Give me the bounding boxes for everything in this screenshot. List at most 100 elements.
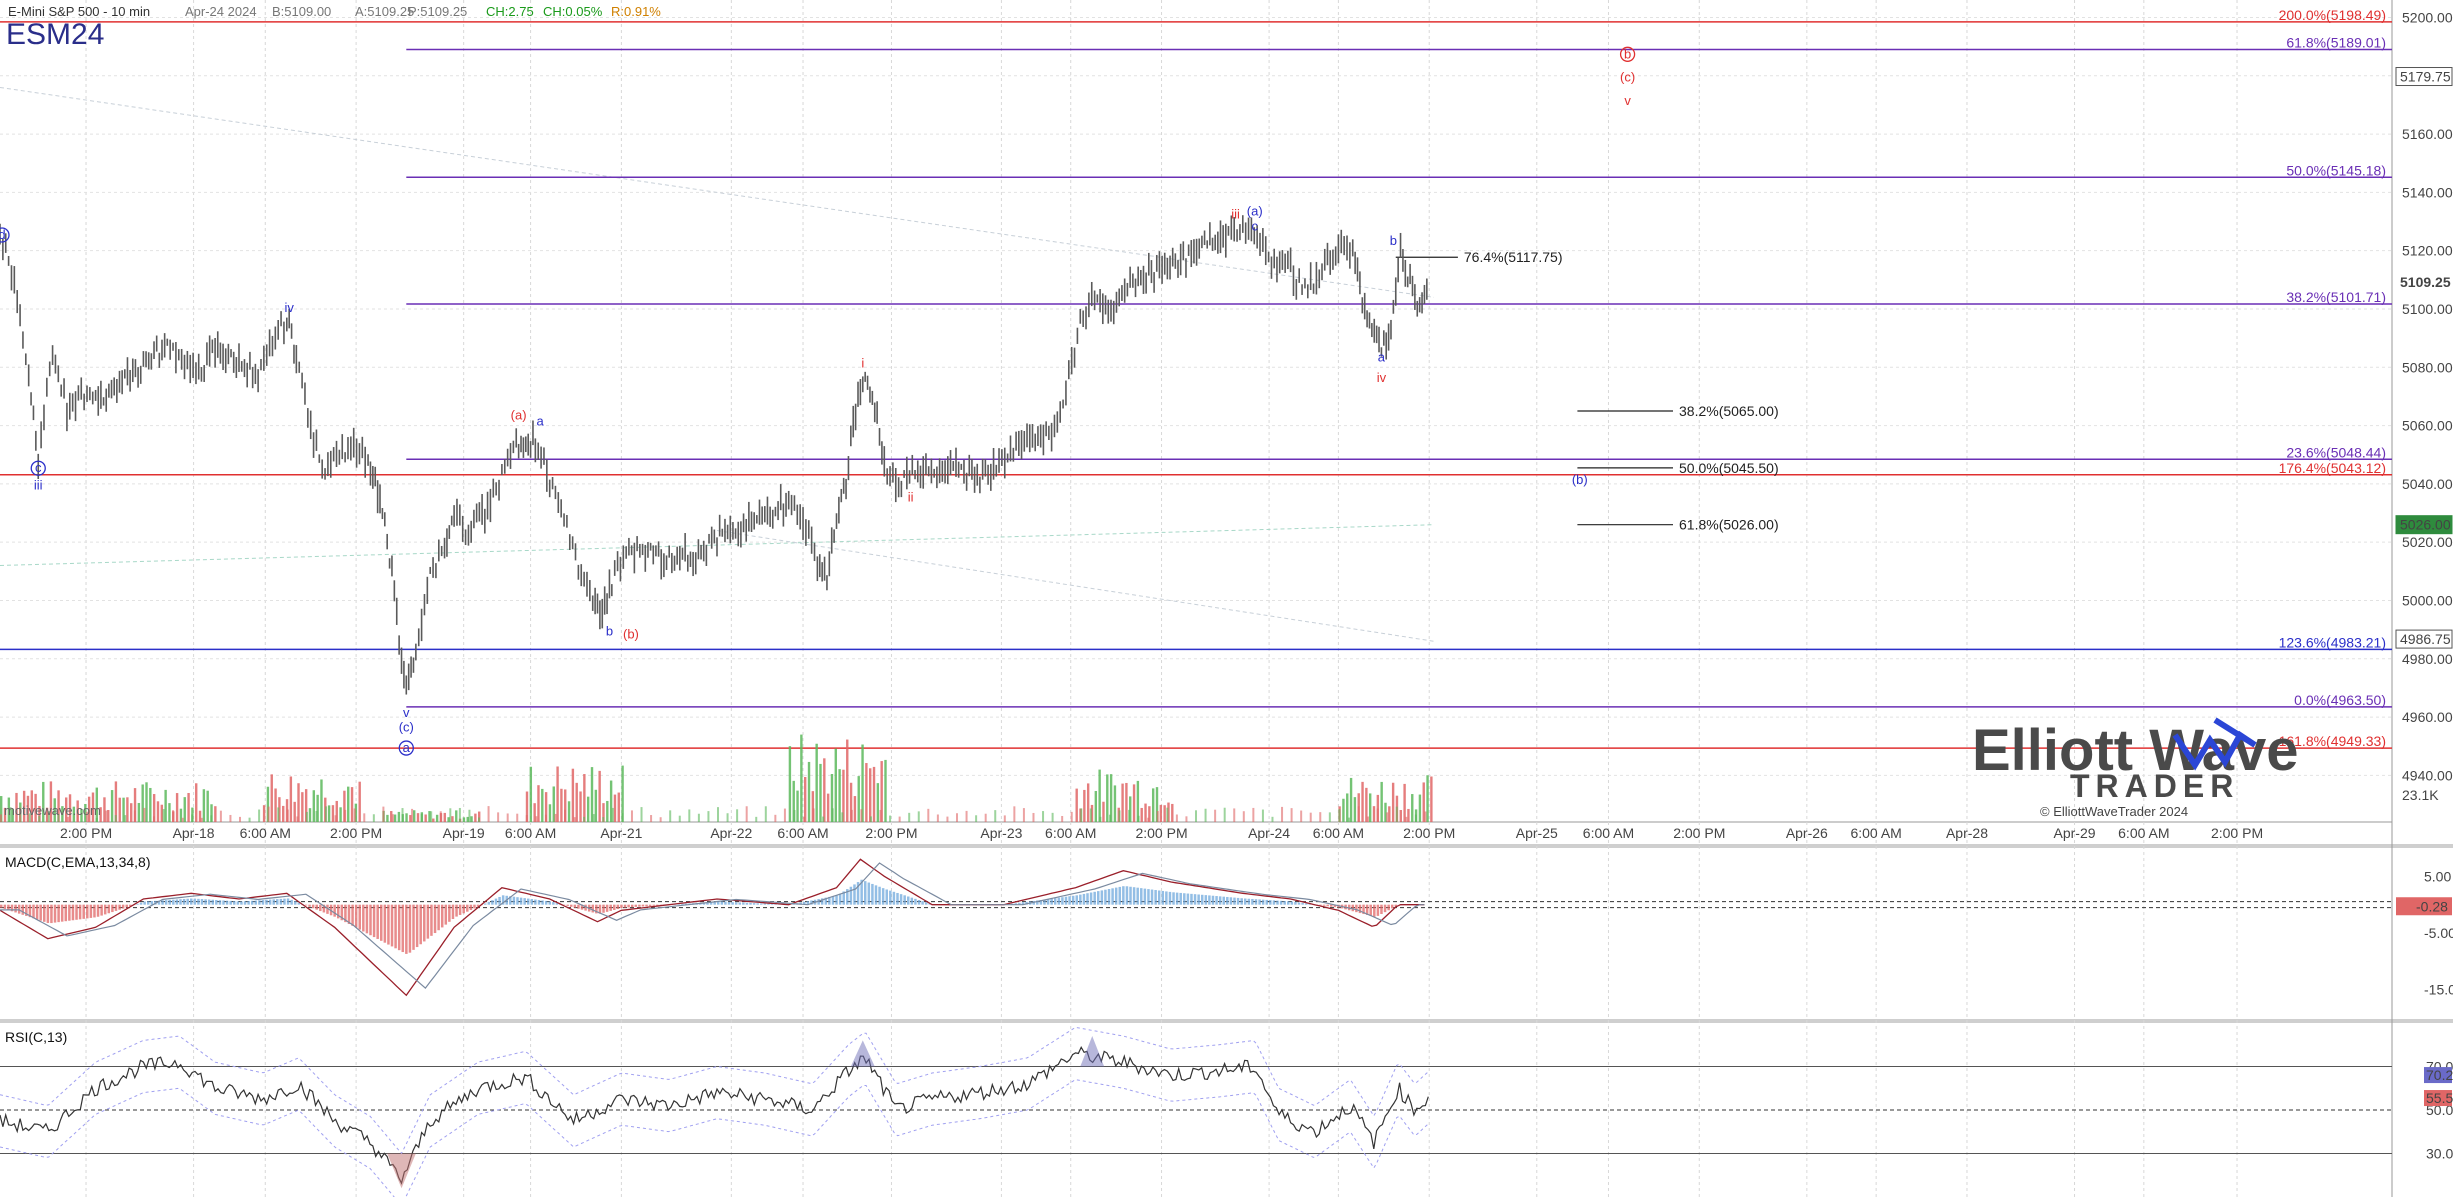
macd-histogram-bar [359, 905, 362, 930]
volume-bar [1098, 770, 1100, 822]
time-tick-label: 2:00 PM [1403, 825, 1455, 841]
volume-bar [1185, 816, 1187, 822]
volume-bar [1358, 806, 1360, 822]
volume-bar [182, 818, 184, 822]
volume-bar [149, 788, 151, 822]
price-tick-label: 5200.00 [2402, 9, 2453, 25]
volume-bar [1271, 817, 1273, 822]
macd-tick-label: -15.00 [2424, 982, 2453, 998]
volume-bar [206, 791, 208, 822]
volume-bar [258, 810, 260, 822]
macd-histogram-bar [1355, 905, 1358, 912]
volume-bar [854, 796, 856, 822]
macd-histogram-bar [538, 900, 541, 905]
volume-bar [545, 815, 547, 822]
macd-histogram-bar [574, 905, 577, 908]
volume-bar [1133, 784, 1135, 822]
macd-histogram-bar [455, 905, 458, 917]
macd-histogram-bar [871, 884, 874, 905]
volume-bar [325, 806, 327, 822]
macd-histogram-bar [1097, 891, 1100, 905]
macd-histogram-bar [746, 903, 749, 905]
macd-histogram-bar [552, 902, 555, 904]
macd-histogram-bar [269, 900, 272, 905]
volume-bar [1171, 804, 1173, 822]
header-range: R:0.91% [611, 4, 661, 19]
volume-bar [301, 792, 303, 822]
macd-histogram-bar [1187, 894, 1190, 905]
macd-histogram-bar [1283, 901, 1286, 905]
macd-histogram-bar [1298, 902, 1301, 904]
volume-bar [203, 789, 205, 822]
macd-histogram-bar [1072, 896, 1075, 905]
macd-histogram-bar [1319, 905, 1322, 906]
macd-histogram-bar [1262, 900, 1265, 905]
macd-histogram-bar [495, 899, 498, 905]
volume-bar [1369, 793, 1371, 822]
time-tick-label: Apr-25 [1516, 825, 1558, 841]
time-tick-label: 6:00 AM [777, 825, 828, 841]
macd-histogram-bar [452, 905, 455, 919]
macd-histogram-bar [1230, 897, 1233, 904]
macd-histogram-bar [1079, 895, 1082, 905]
macd-histogram-bar [1169, 892, 1172, 905]
wave-label: (c) [1620, 70, 1635, 85]
volume-bar [858, 776, 860, 822]
macd-histogram-bar [247, 901, 250, 905]
time-tick-label: Apr-24 [1248, 825, 1290, 841]
rsi-value-label: 55.5 [2426, 1090, 2453, 1106]
price-marker-label: 5179.75 [2400, 69, 2451, 85]
macd-histogram-bar [473, 905, 476, 909]
volume-bar [392, 814, 394, 822]
volume-bar [860, 809, 862, 822]
time-tick-label: 2:00 PM [2211, 825, 2263, 841]
rsi-value-marker: 70.2 [2424, 1067, 2453, 1083]
volume-bar [669, 810, 671, 822]
volume-bar [1252, 808, 1254, 822]
volume-bar [1106, 774, 1108, 822]
volume-bar [804, 777, 806, 822]
volume-bar [1348, 818, 1350, 822]
header-change: CH:2.75 [486, 4, 534, 19]
price-tick-label: 5140.00 [2402, 184, 2453, 200]
macd-histogram-bar [638, 905, 641, 907]
volume-bar [0, 814, 2, 822]
macd-histogram-bar [168, 900, 171, 905]
volume-bar [229, 815, 231, 822]
volume-bar [1023, 808, 1025, 822]
volume-bar [1392, 783, 1394, 822]
volume-bar [210, 815, 212, 822]
instrument-title: E-Mini S&P 500 - 10 min [8, 4, 150, 19]
macd-histogram-bar [398, 905, 401, 951]
time-tick-label: 6:00 AM [1045, 825, 1096, 841]
volume-bar [1300, 811, 1302, 822]
volume-bar [823, 758, 825, 822]
volume-bar [937, 814, 939, 822]
volume-bar [449, 808, 451, 822]
macd-histogram-bar [276, 899, 279, 905]
volume-bar [296, 816, 298, 822]
macd-histogram-bar [219, 900, 222, 904]
macd-histogram-bar [305, 905, 308, 906]
macd-histogram-bar [1115, 888, 1118, 905]
volume-bar [583, 774, 585, 822]
time-tick-label: 2:00 PM [865, 825, 917, 841]
volume-bar [865, 763, 867, 822]
chart-root: 200.0%(5198.49)61.8%(5189.01)50.0%(5145.… [0, 0, 2453, 1197]
macd-histogram-bar [681, 904, 684, 905]
volume-bar [873, 767, 875, 822]
chart-svg: 200.0%(5198.49)61.8%(5189.01)50.0%(5145.… [0, 0, 2453, 1197]
volume-bar [618, 793, 620, 822]
macd-histogram-bar [1104, 890, 1107, 905]
macd-histogram-bar [290, 900, 293, 905]
macd-histogram-bar [1158, 890, 1161, 904]
volume-bar [402, 808, 404, 822]
volume-axis-label: 23.1K [2402, 787, 2439, 803]
rsi-title: RSI(C,13) [5, 1029, 67, 1045]
projection-label: 50.0%(5045.50) [1679, 460, 1779, 476]
macd-histogram-bar [43, 905, 46, 922]
wave-label: c [1252, 218, 1259, 233]
macd-histogram-bar [549, 901, 552, 904]
macd-histogram-bar [613, 905, 616, 910]
volume-bar [1403, 784, 1405, 822]
